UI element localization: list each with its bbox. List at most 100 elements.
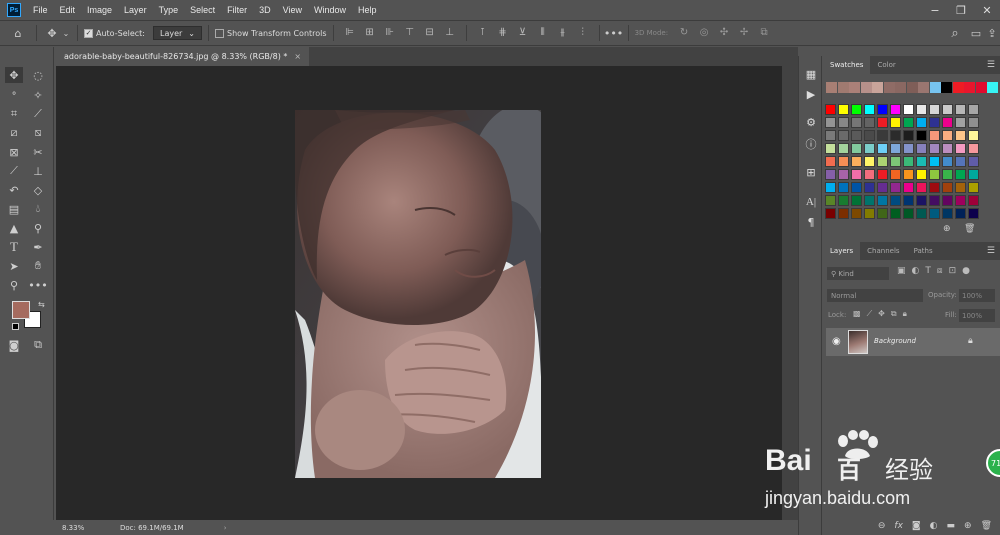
- layer-row-background[interactable]: ◉ Background 🔒︎: [826, 328, 1000, 356]
- new-layer-icon[interactable]: ⊕: [964, 521, 972, 535]
- color-swatch[interactable]: [903, 143, 914, 154]
- color-swatch[interactable]: [903, 156, 914, 167]
- tab-paths[interactable]: Paths: [907, 242, 940, 260]
- recent-swatch[interactable]: [918, 82, 929, 93]
- recent-swatch[interactable]: [849, 82, 860, 93]
- home-icon[interactable]: ⌂: [6, 27, 30, 40]
- color-swatch[interactable]: [864, 117, 875, 128]
- recent-swatch[interactable]: [837, 82, 849, 93]
- status-menu-arrow-icon[interactable]: ›: [224, 524, 227, 532]
- color-swatch[interactable]: [838, 130, 849, 141]
- color-swatch[interactable]: [851, 143, 862, 154]
- move-tool-icon[interactable]: ✥: [5, 67, 23, 83]
- color-swatch[interactable]: [851, 195, 862, 206]
- color-swatch[interactable]: [968, 156, 979, 167]
- distribute-hcenter-icon[interactable]: ⫵: [556, 27, 570, 39]
- 3d-orbit-icon[interactable]: ↻: [677, 27, 691, 39]
- recent-swatch[interactable]: [895, 82, 906, 93]
- color-swatch[interactable]: [864, 169, 875, 180]
- color-swatch[interactable]: [864, 182, 875, 193]
- color-swatch[interactable]: [838, 156, 849, 167]
- zoom-level[interactable]: 8.33%: [62, 524, 112, 532]
- color-swatch[interactable]: [877, 195, 888, 206]
- menu-window[interactable]: Window: [308, 5, 352, 15]
- lasso-tool-icon[interactable]: ᐤ: [5, 87, 23, 103]
- color-swatch[interactable]: [929, 104, 940, 115]
- layer-filter-dropdown[interactable]: ⚲ Kind: [827, 267, 889, 280]
- shape-filter-icon[interactable]: ⧈: [937, 266, 943, 280]
- color-swatch[interactable]: [838, 117, 849, 128]
- recent-swatch[interactable]: [941, 82, 952, 93]
- more-options-icon[interactable]: •••: [604, 27, 623, 40]
- color-swatch[interactable]: [851, 156, 862, 167]
- color-swatch[interactable]: [929, 182, 940, 193]
- delete-layer-icon[interactable]: 🗑︎: [981, 521, 992, 535]
- menu-view[interactable]: View: [277, 5, 308, 15]
- lock-artboard-icon[interactable]: ⧉: [891, 309, 897, 319]
- color-swatch[interactable]: [929, 169, 940, 180]
- color-swatch[interactable]: [825, 130, 836, 141]
- path-pen-icon[interactable]: ✒: [29, 239, 47, 255]
- color-swatch[interactable]: [968, 208, 979, 219]
- color-swatch[interactable]: [942, 208, 953, 219]
- distribute-top-icon[interactable]: ⊺: [476, 27, 490, 39]
- move-tool-icon[interactable]: ✥: [43, 27, 61, 40]
- scissors-icon[interactable]: ✂: [29, 144, 47, 160]
- lock-all-icon[interactable]: 🔒︎: [903, 309, 907, 319]
- color-swatch[interactable]: [903, 117, 914, 128]
- color-swatch[interactable]: [929, 195, 940, 206]
- color-swatch[interactable]: [929, 156, 940, 167]
- patch-tool-icon[interactable]: ⧅: [29, 125, 47, 141]
- color-swatch[interactable]: [929, 208, 940, 219]
- tab-color[interactable]: Color: [870, 56, 902, 74]
- pen-tool-icon[interactable]: ▲: [5, 220, 23, 236]
- eyedropper-tool-icon[interactable]: ⟋: [29, 106, 47, 122]
- restore-button[interactable]: ❐: [948, 0, 974, 20]
- color-swatch[interactable]: [929, 143, 940, 154]
- menu-file[interactable]: File: [27, 5, 54, 15]
- color-swatch[interactable]: [825, 117, 836, 128]
- blend-mode-dropdown[interactable]: Normal: [827, 289, 923, 302]
- close-button[interactable]: ✕: [974, 0, 1000, 20]
- menu-type[interactable]: Type: [153, 5, 185, 15]
- align-left-icon[interactable]: ⊫: [343, 27, 357, 39]
- color-swatch[interactable]: [955, 182, 966, 193]
- color-swatch[interactable]: [942, 130, 953, 141]
- color-swatch[interactable]: [890, 208, 901, 219]
- auto-select-checkbox[interactable]: ✓: [84, 28, 93, 38]
- color-swatch[interactable]: [942, 169, 953, 180]
- color-swatch[interactable]: [903, 208, 914, 219]
- new-swatch-icon[interactable]: ⊕: [943, 224, 951, 234]
- eye-icon[interactable]: ◉: [832, 336, 841, 347]
- close-tab-icon[interactable]: ×: [294, 52, 301, 61]
- character-panel-icon[interactable]: A|: [803, 194, 819, 210]
- tab-swatches[interactable]: Swatches: [823, 56, 871, 74]
- recent-swatch[interactable]: [860, 82, 872, 93]
- type-filter-icon[interactable]: T: [925, 266, 931, 280]
- color-swatch[interactable]: [864, 143, 875, 154]
- color-swatch[interactable]: [916, 169, 927, 180]
- recent-swatch[interactable]: [872, 82, 883, 93]
- swap-colors-icon[interactable]: ⇆: [38, 300, 45, 309]
- color-swatch[interactable]: [916, 182, 927, 193]
- menu-select[interactable]: Select: [184, 5, 221, 15]
- color-swatch[interactable]: [838, 143, 849, 154]
- color-swatch[interactable]: [838, 104, 849, 115]
- lock-transparent-icon[interactable]: ▩: [853, 309, 861, 319]
- color-swatch[interactable]: [942, 182, 953, 193]
- color-swatch[interactable]: [968, 195, 979, 206]
- paragraph-panel-icon[interactable]: ¶: [803, 214, 819, 230]
- eraser-tool-icon[interactable]: ◇: [29, 182, 47, 198]
- color-swatch[interactable]: [955, 130, 966, 141]
- healing-brush-icon[interactable]: ⧄: [5, 125, 23, 141]
- color-swatch[interactable]: [877, 208, 888, 219]
- history-panel-icon[interactable]: ▦: [803, 66, 819, 82]
- color-swatch[interactable]: [877, 104, 888, 115]
- distribute-right-icon[interactable]: ⫶: [576, 27, 590, 39]
- color-swatch[interactable]: [851, 169, 862, 180]
- color-swatch[interactable]: [916, 208, 927, 219]
- align-right-icon[interactable]: ⊪: [383, 27, 397, 39]
- color-swatch[interactable]: [838, 169, 849, 180]
- link-layers-icon[interactable]: ⊖: [878, 521, 886, 535]
- menu-layer[interactable]: Layer: [118, 5, 153, 15]
